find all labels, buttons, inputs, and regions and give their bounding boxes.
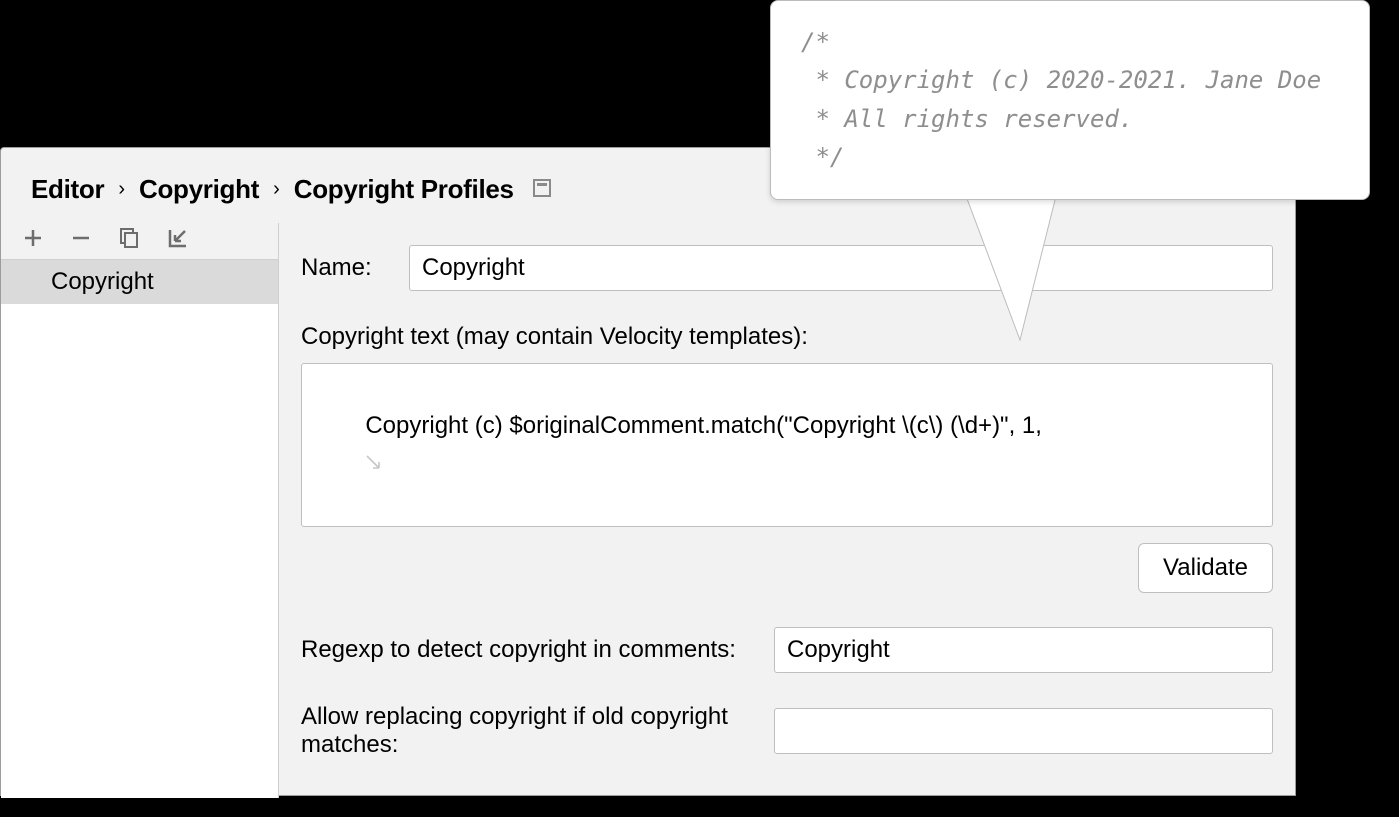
allow-replacing-label: Allow replacing copyright if old copyrig… xyxy=(301,703,774,759)
line-wrap-indicator-icon xyxy=(365,447,381,483)
copyright-text-label: Copyright text (may contain Velocity tem… xyxy=(301,323,1273,351)
name-input[interactable] xyxy=(409,245,1273,291)
breadcrumb-separator: › xyxy=(269,178,284,201)
copyright-text-area[interactable]: Copyright (c) $originalComment.match("Co… xyxy=(301,363,1273,527)
breadcrumb-item-copyright-profiles[interactable]: Copyright Profiles xyxy=(294,174,514,205)
import-button[interactable] xyxy=(167,227,189,249)
profile-editor: Name: Copyright text (may contain Veloci… xyxy=(279,223,1295,798)
callout-line: */ xyxy=(801,143,844,171)
breadcrumb-item-editor[interactable]: Editor xyxy=(31,174,104,205)
copyright-text-line: Copyright (c) $originalComment.match("Co… xyxy=(365,412,1042,439)
callout-tail-icon xyxy=(960,180,1080,350)
regexp-input[interactable] xyxy=(774,627,1273,673)
validate-button[interactable]: Validate xyxy=(1138,543,1273,593)
callout-line: /* xyxy=(801,28,830,56)
regexp-label: Regexp to detect copyright in comments: xyxy=(301,636,774,664)
settings-panel: Editor › Copyright › Copyright Profiles xyxy=(0,147,1296,796)
line-wrap-indicator-icon xyxy=(365,519,381,527)
allow-replacing-input[interactable] xyxy=(774,708,1273,754)
remove-button[interactable] xyxy=(71,228,91,248)
add-button[interactable] xyxy=(23,228,43,248)
name-label: Name: xyxy=(301,254,409,282)
callout-line: * Copyright (c) 2020-2021. Jane Doe xyxy=(801,66,1321,94)
callout-line: * All rights reserved. xyxy=(801,105,1133,133)
breadcrumb-item-copyright[interactable]: Copyright xyxy=(139,174,259,205)
breadcrumb-separator: › xyxy=(114,178,129,201)
copy-button[interactable] xyxy=(119,227,139,249)
profile-list-item-copyright[interactable]: Copyright xyxy=(1,260,278,304)
profile-sidebar: Copyright xyxy=(1,223,279,798)
panel-icon xyxy=(532,174,552,205)
preview-callout: /* * Copyright (c) 2020-2021. Jane Doe *… xyxy=(770,0,1370,200)
profile-toolbar xyxy=(1,223,278,260)
